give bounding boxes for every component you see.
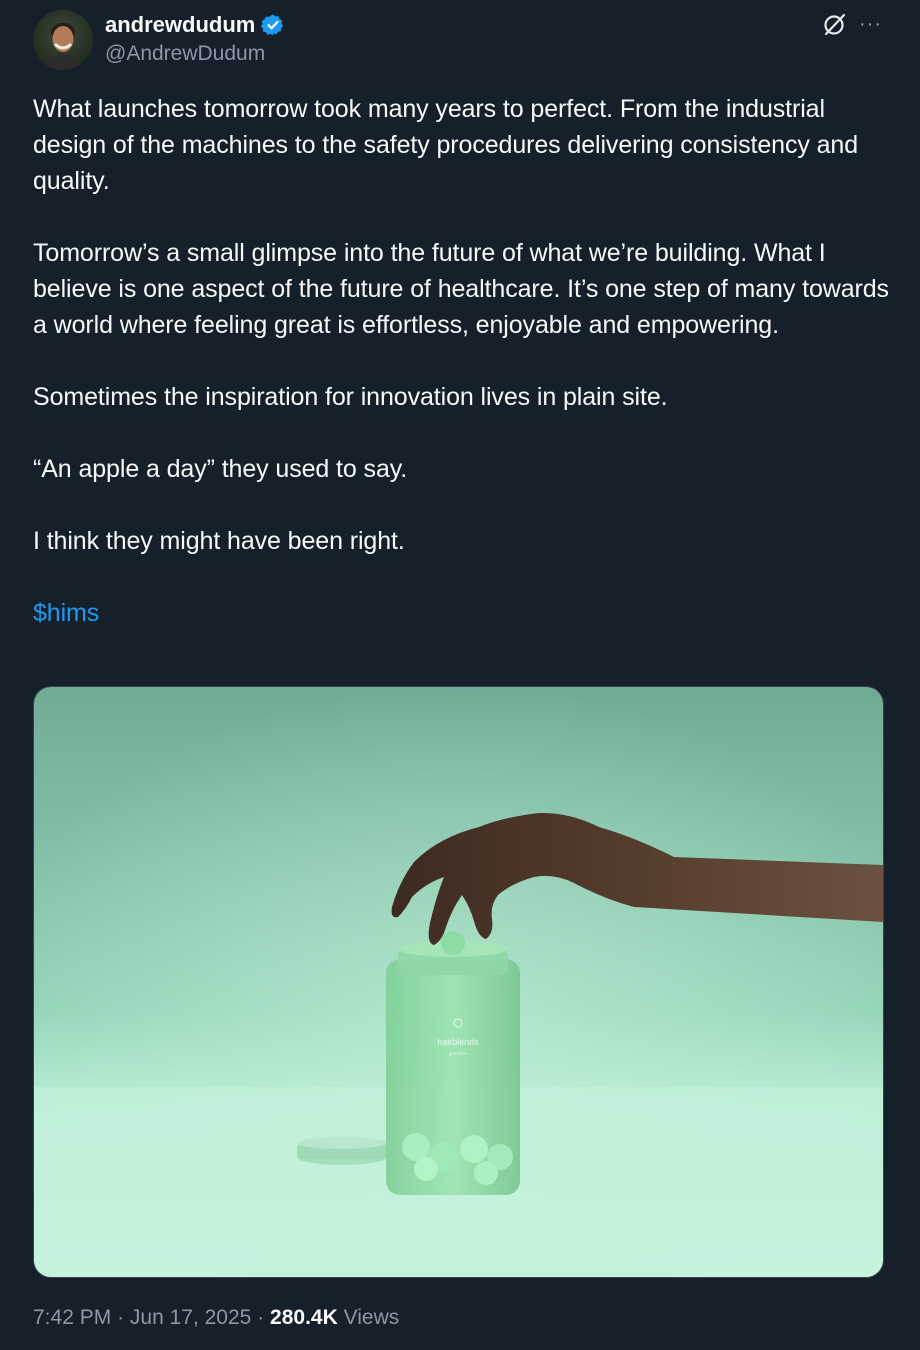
grok-icon[interactable] [821,10,849,38]
tweet-actions-top: ··· [821,10,882,38]
tweet-meta: 7:42 PM · Jun 17, 2025 · 280.4K Views [33,1302,399,1334]
tweet-paragraph: Tomorrow’s a small glimpse into the futu… [33,239,889,339]
meta-separator: · [257,1306,265,1329]
tweet-paragraph: What launches tomorrow took many years t… [33,95,859,195]
tweet-paragraph: “An apple a day” they used to say. [33,455,408,483]
verified-badge-icon[interactable] [261,13,285,37]
jar-brand-label: hairblends [437,1037,479,1047]
more-options-icon[interactable]: ··· [859,10,882,38]
views-label: Views [343,1306,400,1329]
tweet-time[interactable]: 7:42 PM [33,1306,111,1329]
tweet-text: What launches tomorrow took many years t… [33,91,895,631]
tweet-paragraph: Sometimes the inspiration for innovation… [33,383,668,411]
jar-subtext-label: gummies [449,1051,468,1056]
product-photo: hairblends gummies [34,687,883,1277]
avatar[interactable] [33,10,93,70]
tweet-date[interactable]: Jun 17, 2025 [130,1306,251,1329]
author-name-row: andrewdudum [105,10,285,40]
tweet-media-image[interactable]: hairblends gummies [33,686,884,1278]
tweet-card: andrewdudum @AndrewDudum ··· What launch… [0,0,920,1350]
author-display-name[interactable]: andrewdudum [105,12,255,38]
cashtag-link[interactable]: $hims [33,599,99,627]
views-count[interactable]: 280.4K [270,1306,338,1329]
profile-photo-icon [33,10,93,70]
tweet-paragraph: I think they might have been right. [33,527,405,555]
author-handle[interactable]: @AndrewDudum [105,42,265,66]
meta-separator: · [117,1306,125,1329]
